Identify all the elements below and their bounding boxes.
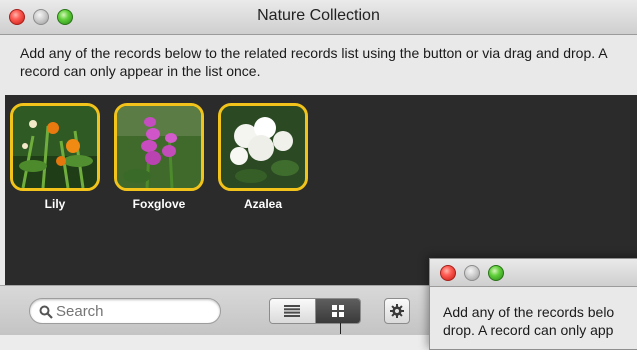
- gear-icon: [390, 304, 404, 318]
- foxglove-photo[interactable]: [114, 103, 204, 191]
- record-label-azalea: Azalea: [243, 197, 283, 211]
- second-traffic-lights: [440, 265, 504, 281]
- record-tile-azalea[interactable]: Azalea: [218, 103, 308, 211]
- action-menu-button[interactable]: [384, 298, 410, 324]
- second-minimize-button[interactable]: [464, 265, 480, 281]
- record-tile-foxglove[interactable]: Foxglove: [114, 103, 204, 211]
- azalea-image: [221, 106, 305, 188]
- search-field[interactable]: [29, 298, 221, 324]
- drag-pointer-line: [340, 323, 341, 334]
- lily-photo[interactable]: [10, 103, 100, 191]
- list-view-icon: [284, 305, 301, 317]
- lily-image: [13, 106, 97, 188]
- grid-view-icon: [331, 305, 344, 317]
- record-label-foxglove: Foxglove: [132, 197, 186, 211]
- title-bar[interactable]: Nature Collection: [0, 0, 637, 35]
- record-tiles: Lily Foxglove Azalea: [10, 103, 308, 211]
- list-view-button[interactable]: [270, 299, 315, 323]
- foxglove-image: [117, 106, 201, 188]
- record-label-lily: Lily: [44, 197, 66, 211]
- search-input[interactable]: [56, 303, 206, 320]
- second-zoom-button[interactable]: [488, 265, 504, 281]
- second-window: Add any of the records belo drop. A reco…: [429, 258, 637, 350]
- grid-view-button[interactable]: [314, 299, 360, 323]
- second-instructions-line1: Add any of the records belo: [443, 304, 615, 320]
- records-browser[interactable]: Lily Foxglove Azalea: [5, 95, 637, 285]
- window-title: Nature Collection: [257, 7, 380, 24]
- second-close-button[interactable]: [440, 265, 456, 281]
- second-window-title-bar[interactable]: [430, 259, 637, 287]
- view-mode-toggle[interactable]: [269, 298, 361, 324]
- second-instructions-line2: drop. A record can only app: [443, 322, 614, 338]
- record-tile-lily[interactable]: Lily: [10, 103, 100, 211]
- azalea-photo[interactable]: [218, 103, 308, 191]
- instructions-text: Add any of the records below to the rela…: [20, 45, 607, 79]
- search-icon: [39, 305, 53, 319]
